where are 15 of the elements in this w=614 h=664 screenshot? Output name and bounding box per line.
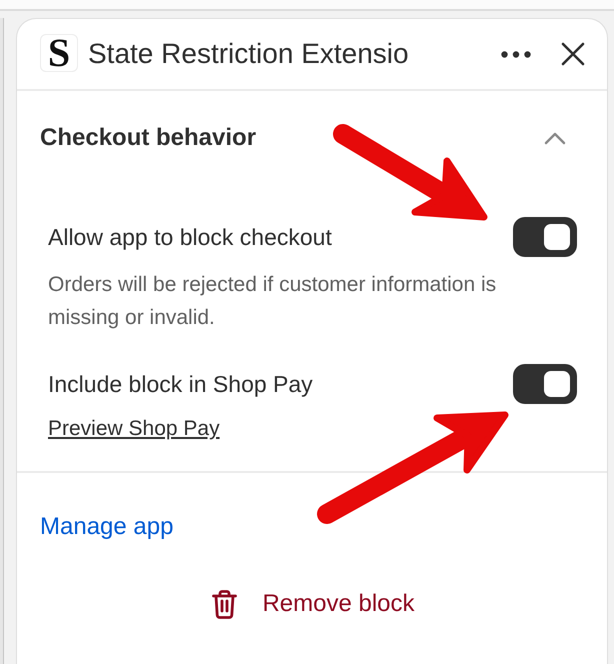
manage-app-link[interactable]: Manage app [40,512,174,542]
trash-icon [212,590,238,618]
remove-block-button[interactable]: Remove block [212,580,415,628]
app-logo: S [40,34,78,72]
section-title: Checkout behavior [40,124,256,152]
setting-label: Include block in Shop Pay [48,370,313,398]
setting-description: Orders will be rejected if customer information is missing or invalid. [48,272,498,331]
toggle-switch[interactable] [513,364,577,404]
chevron-up-icon[interactable] [544,132,566,144]
toggle-switch[interactable] [513,217,577,257]
close-icon[interactable] [561,42,585,66]
preview-link[interactable]: Preview Shop Pay [48,414,220,444]
more-icon[interactable] [501,50,531,58]
setting-label: Allow app to block checkout [48,224,332,250]
window-title: State Restriction Extensio [88,38,409,70]
